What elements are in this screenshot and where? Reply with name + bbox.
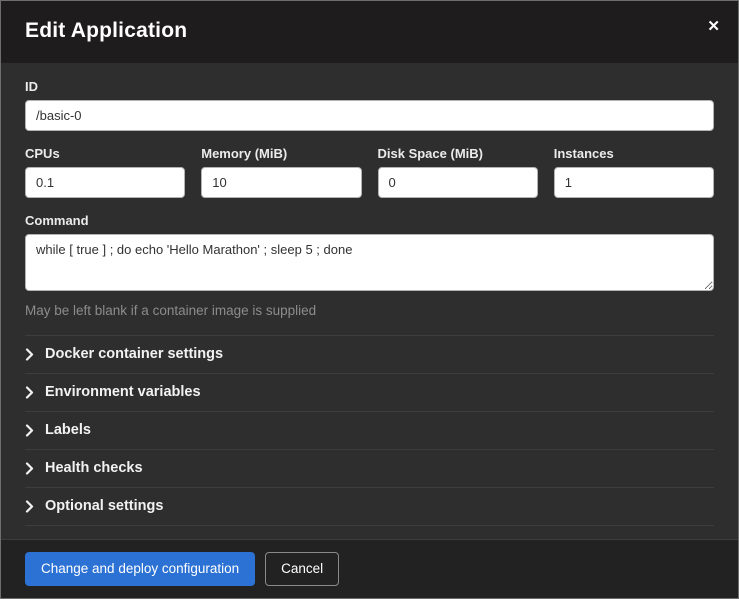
instances-input[interactable] <box>554 167 714 198</box>
command-label: Command <box>25 213 714 228</box>
command-input[interactable]: while [ true ] ; do echo 'Hello Marathon… <box>25 234 714 291</box>
close-icon[interactable]: ✕ <box>705 17 722 36</box>
edit-application-modal: Edit Application ✕ ID CPUs Memory (MiB) … <box>0 0 739 599</box>
id-input[interactable] <box>25 100 714 131</box>
disk-field-group: Disk Space (MiB) <box>378 146 538 198</box>
change-and-deploy-button[interactable]: Change and deploy configuration <box>25 552 255 586</box>
cpus-label: CPUs <box>25 146 185 161</box>
memory-label: Memory (MiB) <box>201 146 361 161</box>
chevron-right-icon <box>25 348 35 360</box>
modal-header: Edit Application ✕ <box>1 1 738 63</box>
command-help-text: May be left blank if a container image i… <box>25 303 714 318</box>
section-label: Labels <box>45 422 91 438</box>
modal-body: ID CPUs Memory (MiB) Disk Space (MiB) In… <box>1 63 738 539</box>
modal-footer: Change and deploy configuration Cancel <box>1 539 738 598</box>
cancel-button[interactable]: Cancel <box>265 552 339 586</box>
section-docker-container-settings[interactable]: Docker container settings <box>25 335 714 373</box>
section-optional-settings[interactable]: Optional settings <box>25 487 714 526</box>
disk-input[interactable] <box>378 167 538 198</box>
chevron-right-icon <box>25 500 35 512</box>
id-label: ID <box>25 79 714 94</box>
section-label: Optional settings <box>45 498 163 514</box>
resources-row: CPUs Memory (MiB) Disk Space (MiB) Insta… <box>25 146 714 198</box>
chevron-right-icon <box>25 424 35 436</box>
instances-field-group: Instances <box>554 146 714 198</box>
section-environment-variables[interactable]: Environment variables <box>25 373 714 411</box>
chevron-right-icon <box>25 462 35 474</box>
cpus-input[interactable] <box>25 167 185 198</box>
section-labels[interactable]: Labels <box>25 411 714 449</box>
command-field-group: Command while [ true ] ; do echo 'Hello … <box>25 213 714 318</box>
cpus-field-group: CPUs <box>25 146 185 198</box>
memory-field-group: Memory (MiB) <box>201 146 361 198</box>
memory-input[interactable] <box>201 167 361 198</box>
section-label: Health checks <box>45 460 143 476</box>
section-health-checks[interactable]: Health checks <box>25 449 714 487</box>
chevron-right-icon <box>25 386 35 398</box>
instances-label: Instances <box>554 146 714 161</box>
page-title: Edit Application <box>25 19 714 43</box>
collapsible-sections: Docker container settings Environment va… <box>25 335 714 526</box>
section-label: Environment variables <box>45 384 201 400</box>
section-label: Docker container settings <box>45 346 223 362</box>
disk-label: Disk Space (MiB) <box>378 146 538 161</box>
id-field-group: ID <box>25 79 714 131</box>
